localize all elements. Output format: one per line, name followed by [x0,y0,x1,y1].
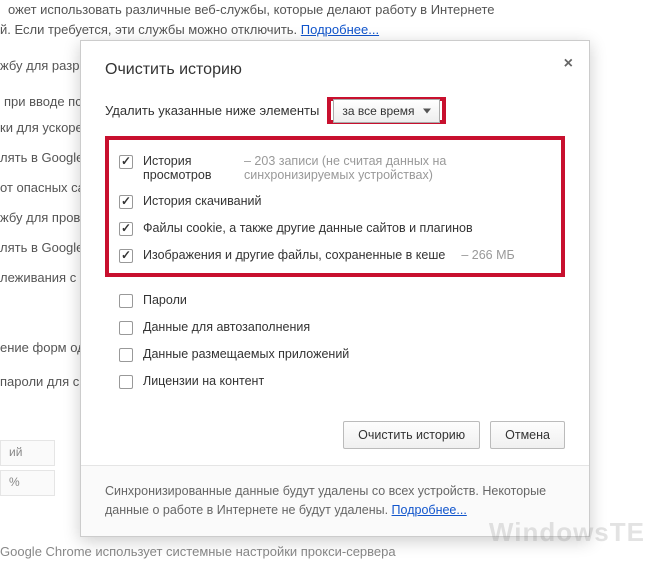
clear-history-dialog: × Очистить историю Удалить указанные ниж… [80,40,590,537]
bg-row: ий [0,440,55,466]
delete-range-label: Удалить указанные ниже элементы [105,103,319,118]
option-sub: – 266 МБ [461,248,514,262]
checkbox[interactable] [119,222,133,236]
close-icon[interactable]: × [564,55,573,73]
option-autofill: Данные для автозаполнения [117,314,565,341]
highlight-select: за все время [327,97,445,124]
bg-text: лять в Google [0,238,83,259]
dialog-title: Очистить историю [105,61,565,79]
option-label: История скачиваний [143,194,261,208]
cancel-button[interactable]: Отмена [490,421,565,449]
option-cache: Изображения и другие файлы, сохраненные … [117,242,553,269]
bg-text: Google Chrome использует системные настр… [0,542,396,563]
footer-note: Синхронизированные данные будут удалены … [81,465,589,536]
bg-text: жбу для разр [0,56,79,77]
option-label: Данные для автозаполнения [143,320,310,334]
bg-link-more[interactable]: Подробнее... [301,22,379,37]
bg-text: ожет использовать различные веб-службы, … [8,0,495,21]
option-hosted-apps: Данные размещаемых приложений [117,341,565,368]
highlight-box: История просмотров – 203 записи (не счит… [105,136,565,277]
checkbox[interactable] [119,294,133,308]
bg-text: лять в Google [0,148,83,169]
checkbox[interactable] [119,249,133,263]
option-licenses: Лицензии на контент [117,368,565,395]
bg-text: пароли для с [0,372,79,393]
bg-text: от опасных са [0,178,85,199]
option-browsing-history: История просмотров – 203 записи (не счит… [117,148,553,188]
bg-text: ение форм од [0,338,85,359]
option-label: Файлы cookie, а также другие данные сайт… [143,221,473,235]
option-label: Данные размещаемых приложений [143,347,349,361]
checkbox[interactable] [119,195,133,209]
checkbox[interactable] [119,155,133,169]
option-download-history: История скачиваний [117,188,553,215]
clear-button[interactable]: Очистить историю [343,421,480,449]
option-label: Лицензии на контент [143,374,264,388]
bg-row: % [0,470,55,496]
option-cookies: Файлы cookie, а также другие данные сайт… [117,215,553,242]
bg-text: й. Если требуется, эти службы можно откл… [0,20,379,41]
bg-text: ки для ускоре [0,118,83,139]
bg-text: при вводе пс [4,92,82,113]
time-range-select[interactable]: за все время [333,99,439,123]
option-passwords: Пароли [117,287,565,314]
option-label: Изображения и другие файлы, сохраненные … [143,248,445,262]
bg-text: леживания с [0,268,76,289]
bg-text: жбу для пров [0,208,80,229]
footer-link-more[interactable]: Подробнее... [392,503,467,517]
checkbox[interactable] [119,321,133,335]
option-sub: – 203 записи (не считая данных на синхро… [244,154,551,182]
checkbox[interactable] [119,348,133,362]
option-label: История просмотров [143,154,228,182]
checkbox[interactable] [119,375,133,389]
option-label: Пароли [143,293,187,307]
